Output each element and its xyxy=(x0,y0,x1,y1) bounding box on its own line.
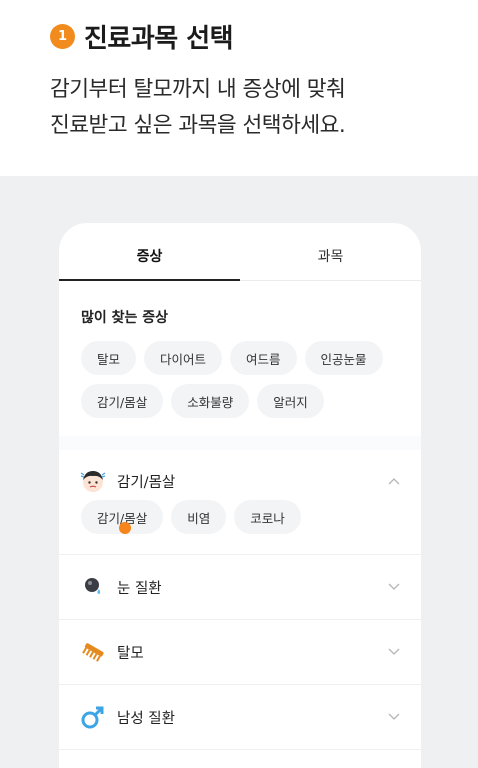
popular-title: 많이 찾는 증상 xyxy=(81,310,169,326)
category-header-mens-health[interactable]: 남성 질환 xyxy=(59,685,421,749)
step-number-badge: 1 xyxy=(50,24,75,49)
intro-desc-line-2: 진료받고 싶은 과목을 선택하세요. xyxy=(50,113,346,138)
comb-icon xyxy=(79,638,107,666)
chip-artificial-tears[interactable]: 인공눈물 xyxy=(304,341,383,375)
chip-allergy[interactable]: 알러지 xyxy=(257,384,324,418)
category-label: 감기/몸살 xyxy=(117,474,176,491)
chip-diet[interactable]: 다이어트 xyxy=(144,341,223,375)
chevron-down-icon[interactable] xyxy=(387,645,401,659)
male-symbol-icon xyxy=(79,703,107,731)
cold-flu-sub-chips: 감기/몸살 비염 코로나 xyxy=(59,500,421,554)
tab-department[interactable]: 과목 xyxy=(240,227,421,284)
intro-desc-line-1: 감기부터 탈모까지 내 증상에 맞춰 xyxy=(50,77,346,102)
chevron-up-icon[interactable] xyxy=(387,474,401,488)
section-divider xyxy=(59,436,421,450)
category-mens-health: 남성 질환 xyxy=(59,685,421,750)
chip-indigestion[interactable]: 소화불량 xyxy=(171,384,250,418)
sub-chip-covid[interactable]: 코로나 xyxy=(234,500,301,534)
eye-drop-icon xyxy=(79,573,107,601)
tab-symptom[interactable]: 증상 xyxy=(59,227,240,284)
chip-cold-flu[interactable]: 감기/몸살 xyxy=(81,384,164,418)
category-label: 남성 질환 xyxy=(117,710,175,727)
category-label: 눈 질환 xyxy=(117,580,162,597)
sub-chip-rhinitis[interactable]: 비염 xyxy=(171,500,227,534)
category-label: 탈모 xyxy=(117,645,144,662)
chip-hair-loss[interactable]: 탈모 xyxy=(81,341,137,375)
intro-section: 1 진료과목 선택 감기부터 탈모까지 내 증상에 맞춰 진료받고 싶은 과목을… xyxy=(0,0,478,176)
chevron-down-icon[interactable] xyxy=(387,580,401,594)
category-header-eye-disease[interactable]: 눈 질환 xyxy=(59,555,421,619)
category-cold-flu: 감기/몸살 감기/몸살 비염 코로나 xyxy=(59,450,421,555)
category-eye-disease: 눈 질환 xyxy=(59,555,421,620)
chevron-down-icon[interactable] xyxy=(387,710,401,724)
intro-description: 감기부터 탈모까지 내 증상에 맞춰 진료받고 싶은 과목을 선택하세요. xyxy=(50,72,346,144)
popular-symptoms: 많이 찾는 증상 탈모 다이어트 여드름 인공눈물 감기/몸살 소화불량 알러지 xyxy=(59,307,421,418)
active-tab-indicator xyxy=(59,279,240,281)
popular-chip-list: 탈모 다이어트 여드름 인공눈물 감기/몸살 소화불량 알러지 xyxy=(81,341,401,418)
touch-indicator xyxy=(119,522,131,534)
step-title: 진료과목 선택 xyxy=(84,24,234,54)
category-header-hair-loss[interactable]: 탈모 xyxy=(59,620,421,684)
sick-face-icon xyxy=(79,467,107,495)
step-heading: 1 진료과목 선택 xyxy=(50,18,234,55)
phone-preview: 증상 과목 많이 찾는 증상 탈모 다이어트 여드름 인공눈물 감기/몸살 소화… xyxy=(59,223,421,768)
chip-acne[interactable]: 여드름 xyxy=(230,341,297,375)
tab-bar: 증상 과목 xyxy=(59,223,421,281)
category-hair-loss: 탈모 xyxy=(59,620,421,685)
